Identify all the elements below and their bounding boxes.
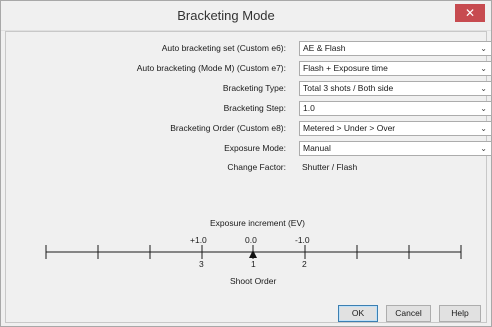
ok-button[interactable]: OK: [338, 305, 378, 322]
dialog-title: Bracketing Mode: [177, 8, 275, 23]
dialog-body: Auto bracketing set (Custom e6): AE & Fl…: [5, 31, 492, 323]
help-button[interactable]: Help: [439, 305, 481, 322]
shoot-order-3: 3: [199, 259, 204, 269]
shoot-order-1: 1: [251, 259, 256, 269]
shoot-order-caption: Shoot Order: [230, 276, 277, 286]
close-button[interactable]: ✕: [455, 4, 485, 22]
shoot-order-2: 2: [302, 259, 307, 269]
bracketing-mode-dialog: Bracketing Mode ✕ Auto bracketing set (C…: [0, 0, 492, 327]
title-bar: Bracketing Mode ✕: [1, 1, 491, 31]
current-shot-marker-icon: [249, 250, 257, 258]
cancel-button[interactable]: Cancel: [386, 305, 431, 322]
